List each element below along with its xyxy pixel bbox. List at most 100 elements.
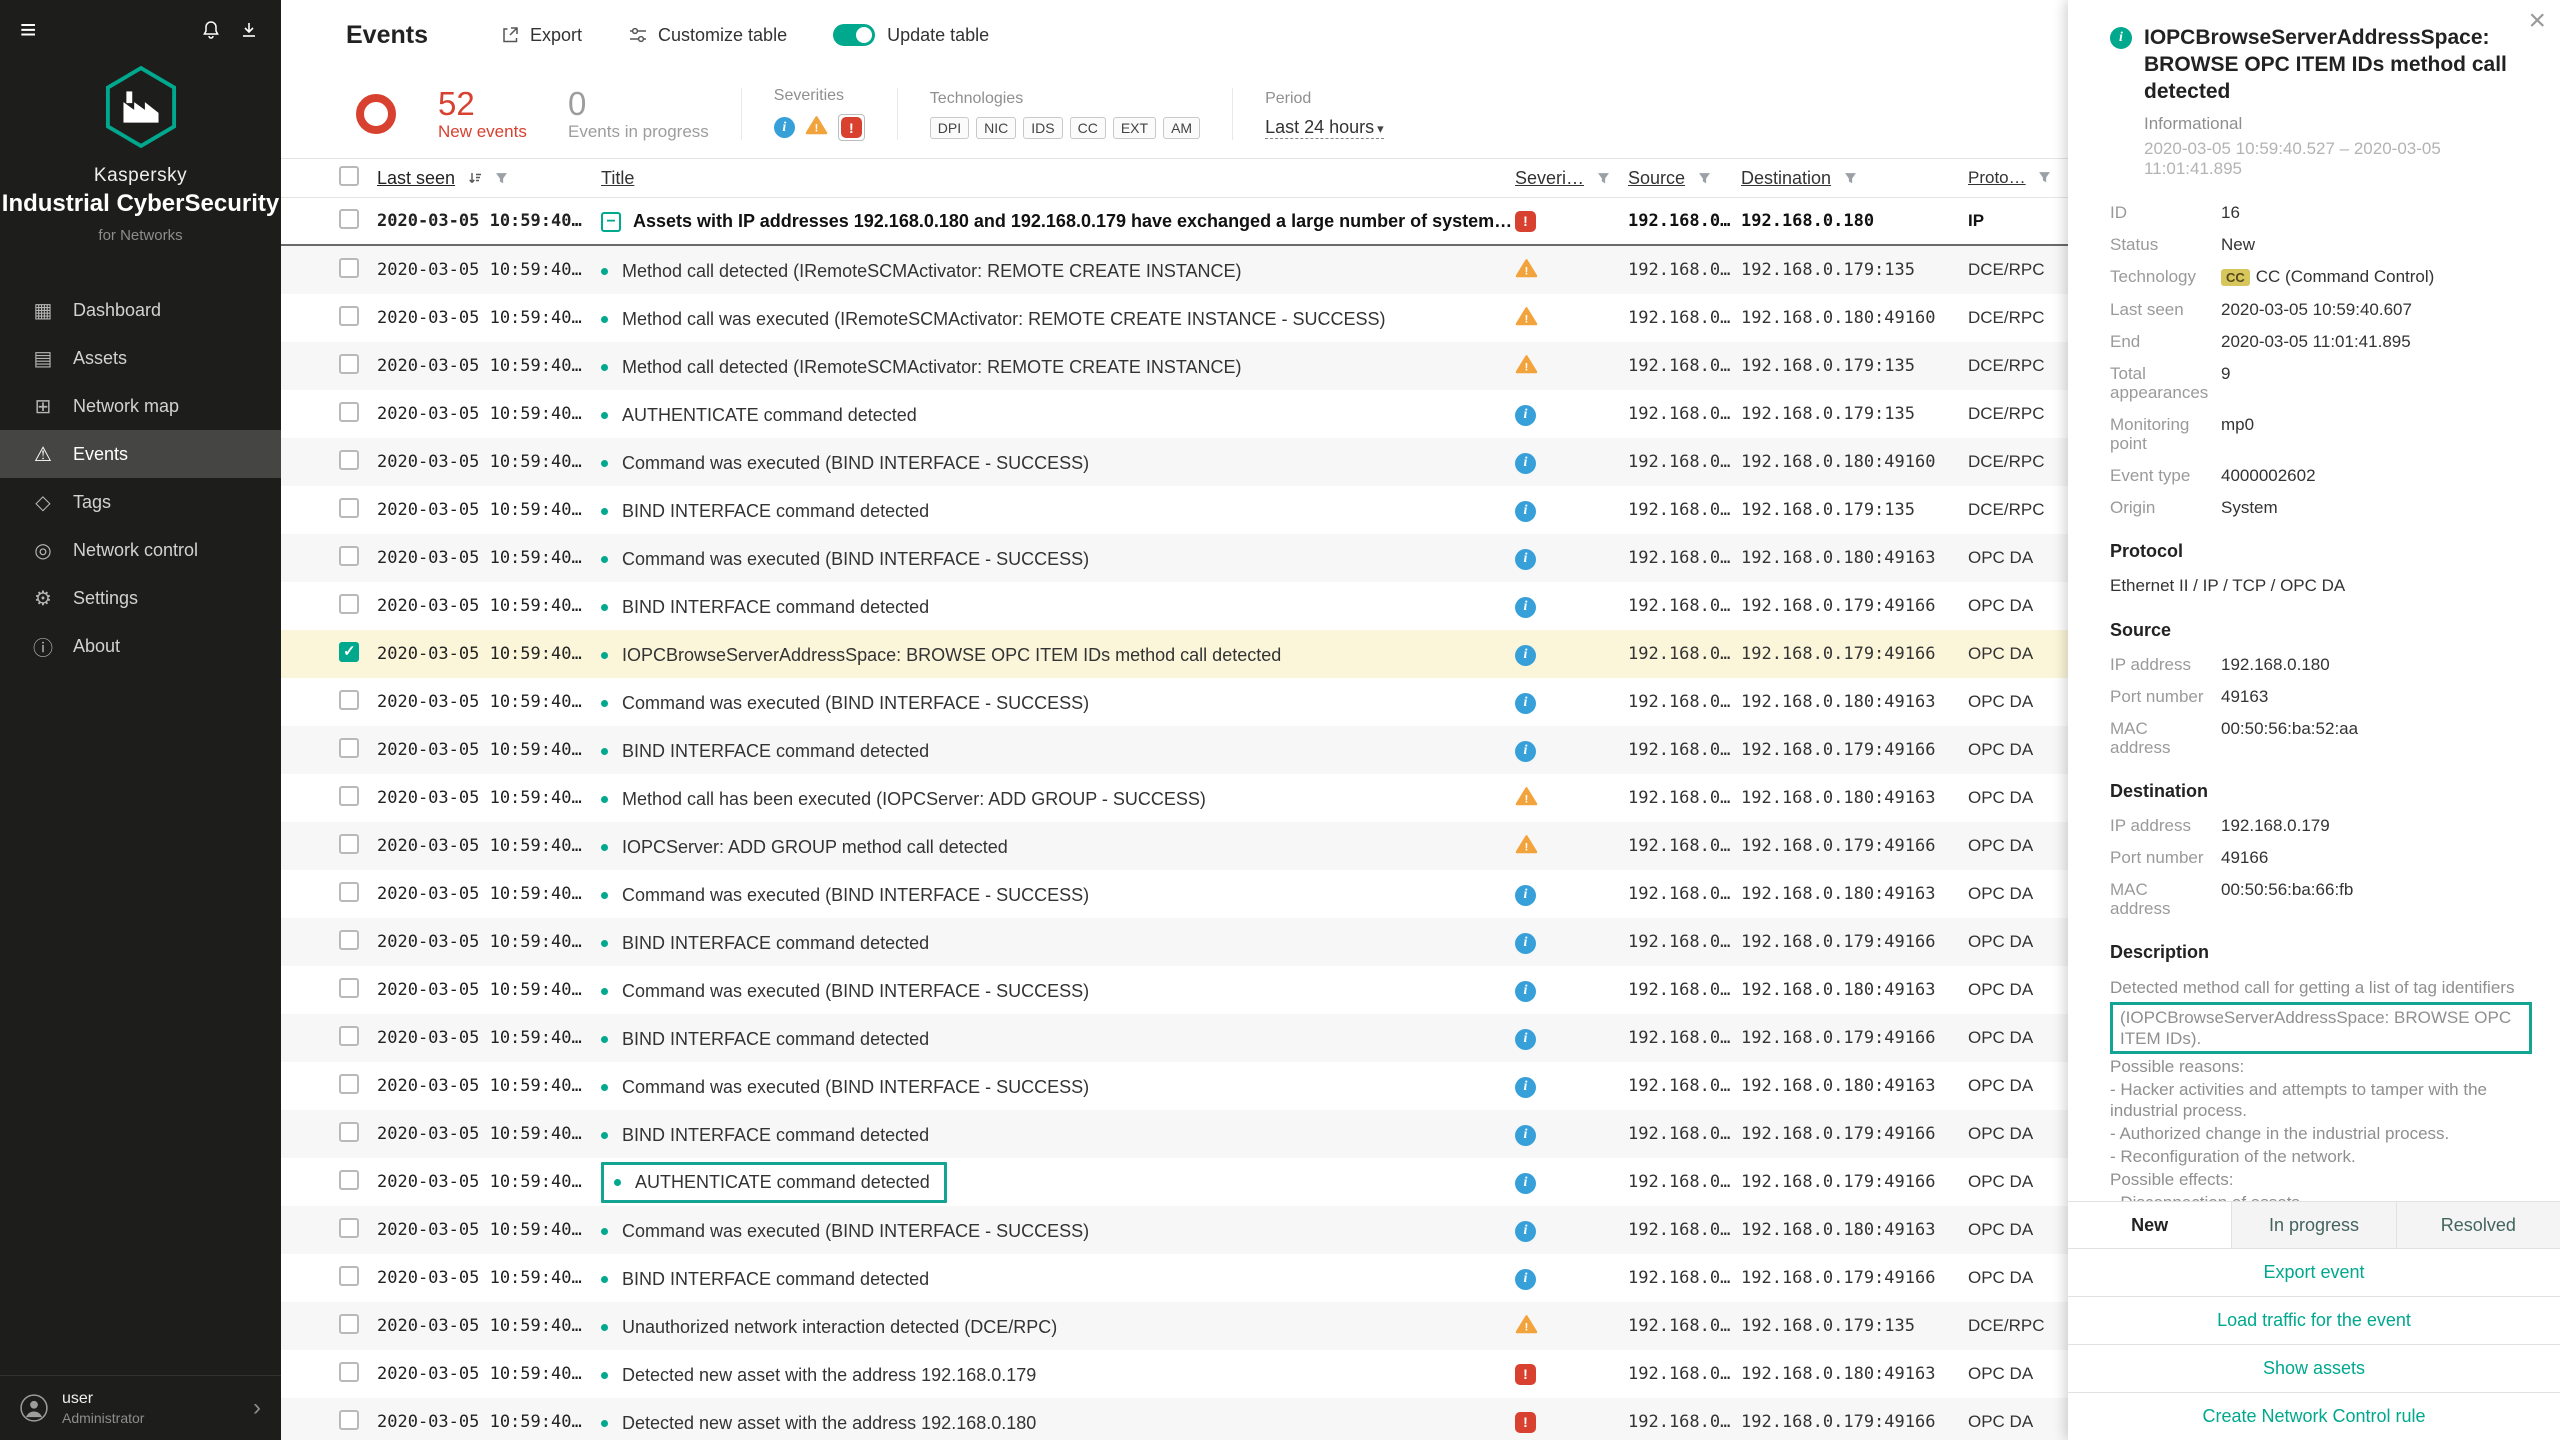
table-row[interactable]: 2020-03-05 10:59:40…Unauthorized network… xyxy=(281,1302,2068,1350)
event-title[interactable]: BIND INTERFACE command detected xyxy=(601,501,929,522)
event-title[interactable]: Detected new asset with the address 192.… xyxy=(601,1413,1036,1434)
status-button-resolved[interactable]: Resolved xyxy=(2396,1202,2560,1248)
row-checkbox[interactable] xyxy=(339,1122,359,1142)
event-title[interactable]: BIND INTERFACE command detected xyxy=(601,933,929,954)
event-title[interactable]: BIND INTERFACE command detected xyxy=(601,1029,929,1050)
sidebar-item-dashboard[interactable]: ▦Dashboard xyxy=(0,286,281,334)
event-title[interactable]: BIND INTERFACE command detected xyxy=(601,741,929,762)
technology-chip-ext[interactable]: EXT xyxy=(1113,117,1156,139)
event-title[interactable]: AUTHENTICATE command detected xyxy=(601,1162,947,1203)
status-button-new[interactable]: New xyxy=(2068,1202,2231,1248)
table-row[interactable]: 2020-03-05 10:59:40…IOPCServer: ADD GROU… xyxy=(281,822,2068,870)
sidebar-item-tags[interactable]: ◇Tags xyxy=(0,478,281,526)
row-checkbox[interactable] xyxy=(339,1074,359,1094)
sidebar-item-assets[interactable]: ▤Assets xyxy=(0,334,281,382)
table-row[interactable]: 2020-03-05 10:59:40…BIND INTERFACE comma… xyxy=(281,1014,2068,1062)
table-row[interactable]: 2020-03-05 10:59:40…BIND INTERFACE comma… xyxy=(281,1110,2068,1158)
event-title[interactable]: IOPCBrowseServerAddressSpace: BROWSE OPC… xyxy=(601,645,1281,666)
event-title[interactable]: Method call has been executed (IOPCServe… xyxy=(601,789,1206,810)
close-icon[interactable]: × xyxy=(2528,6,2546,36)
sidebar-item-network-map[interactable]: ⊞Network map xyxy=(0,382,281,430)
column-header-source[interactable]: Source xyxy=(1628,168,1741,189)
in-progress-stat[interactable]: 0 Events in progress xyxy=(568,87,709,142)
event-title[interactable]: Command was executed (BIND INTERFACE - S… xyxy=(601,549,1089,570)
table-row[interactable]: 2020-03-05 10:59:40…−Assets with IP addr… xyxy=(281,198,2068,246)
table-row[interactable]: 2020-03-05 10:59:40…AUTHENTICATE command… xyxy=(281,390,2068,438)
event-title[interactable]: Unauthorized network interaction detecte… xyxy=(601,1317,1057,1338)
event-title[interactable]: Command was executed (BIND INTERFACE - S… xyxy=(601,1077,1089,1098)
info-severity-filter[interactable]: i xyxy=(774,117,795,138)
download-icon[interactable] xyxy=(239,20,259,40)
sidebar-item-settings[interactable]: ⚙Settings xyxy=(0,574,281,622)
column-header-severity[interactable]: Severi… xyxy=(1515,168,1628,189)
table-row[interactable]: 2020-03-05 10:59:40…Method call was exec… xyxy=(281,294,2068,342)
table-row[interactable]: 2020-03-05 10:59:40…Detected new asset w… xyxy=(281,1398,2068,1440)
event-title[interactable]: Command was executed (BIND INTERFACE - S… xyxy=(601,1221,1089,1242)
warning-severity-filter[interactable]: ! xyxy=(805,115,828,140)
table-row[interactable]: 2020-03-05 10:59:40…BIND INTERFACE comma… xyxy=(281,582,2068,630)
sort-descending-icon[interactable] xyxy=(468,171,482,185)
technology-chip-cc[interactable]: CC xyxy=(1070,117,1106,139)
table-row[interactable]: 2020-03-05 10:59:40…Detected new asset w… xyxy=(281,1350,2068,1398)
row-checkbox[interactable] xyxy=(339,498,359,518)
table-row[interactable]: 2020-03-05 10:59:40…Command was executed… xyxy=(281,534,2068,582)
event-title[interactable]: BIND INTERFACE command detected xyxy=(601,1125,929,1146)
event-title[interactable]: Command was executed (BIND INTERFACE - S… xyxy=(601,453,1089,474)
menu-toggle-icon[interactable]: ≡ xyxy=(20,16,36,44)
technology-chip-am[interactable]: AM xyxy=(1163,117,1200,139)
row-checkbox[interactable] xyxy=(339,1170,359,1190)
event-title[interactable]: Command was executed (BIND INTERFACE - S… xyxy=(601,885,1089,906)
status-button-in-progress[interactable]: In progress xyxy=(2231,1202,2395,1248)
technology-chip-dpi[interactable]: DPI xyxy=(930,117,969,139)
column-header-title[interactable]: Title xyxy=(601,168,1515,189)
event-title[interactable]: Method call detected (IRemoteSCMActivato… xyxy=(601,261,1242,282)
row-checkbox[interactable] xyxy=(339,642,359,662)
row-checkbox[interactable] xyxy=(339,209,359,229)
row-checkbox[interactable] xyxy=(339,690,359,710)
table-row[interactable]: 2020-03-05 10:59:40…Command was executed… xyxy=(281,966,2068,1014)
customize-table-button[interactable]: Customize table xyxy=(628,25,787,46)
load-traffic-for-the-event-button[interactable]: Load traffic for the event xyxy=(2068,1296,2560,1344)
row-checkbox[interactable] xyxy=(339,1266,359,1286)
table-row[interactable]: 2020-03-05 10:59:40…Command was executed… xyxy=(281,438,2068,486)
column-header-protocol[interactable]: Proto… xyxy=(1968,168,2068,188)
event-title[interactable]: Command was executed (BIND INTERFACE - S… xyxy=(601,981,1089,1002)
row-checkbox[interactable] xyxy=(339,834,359,854)
filter-funnel-icon[interactable] xyxy=(1698,172,1711,185)
collapse-group-icon[interactable]: − xyxy=(601,212,621,232)
table-row[interactable]: 2020-03-05 10:59:40…BIND INTERFACE comma… xyxy=(281,726,2068,774)
row-checkbox[interactable] xyxy=(339,738,359,758)
row-checkbox[interactable] xyxy=(339,1218,359,1238)
row-checkbox[interactable] xyxy=(339,882,359,902)
update-table-toggle[interactable]: Update table xyxy=(833,24,989,46)
event-title[interactable]: −Assets with IP addresses 192.168.0.180 … xyxy=(601,211,1515,232)
filter-funnel-icon[interactable] xyxy=(1597,172,1610,185)
filter-funnel-icon[interactable] xyxy=(1844,172,1857,185)
table-row[interactable]: 2020-03-05 10:59:40…AUTHENTICATE command… xyxy=(281,1158,2068,1206)
event-title[interactable]: AUTHENTICATE command detected xyxy=(601,405,917,426)
user-menu[interactable]: user Administrator › xyxy=(0,1375,281,1440)
notifications-bell-icon[interactable] xyxy=(201,20,221,40)
technology-chip-nic[interactable]: NIC xyxy=(976,117,1016,139)
column-header-destination[interactable]: Destination xyxy=(1741,168,1968,189)
row-checkbox[interactable] xyxy=(339,930,359,950)
row-checkbox[interactable] xyxy=(339,258,359,278)
row-checkbox[interactable] xyxy=(339,354,359,374)
show-assets-button[interactable]: Show assets xyxy=(2068,1344,2560,1392)
sidebar-item-about[interactable]: ⓘAbout xyxy=(0,622,281,670)
table-row[interactable]: 2020-03-05 10:59:40…Command was executed… xyxy=(281,1206,2068,1254)
event-title[interactable]: Command was executed (BIND INTERFACE - S… xyxy=(601,693,1089,714)
column-header-last-seen[interactable]: Last seen xyxy=(377,168,601,189)
table-row[interactable]: 2020-03-05 10:59:40…Method call detected… xyxy=(281,246,2068,294)
table-row[interactable]: 2020-03-05 10:59:40…Command was executed… xyxy=(281,1062,2068,1110)
sidebar-item-network-control[interactable]: ◎Network control xyxy=(0,526,281,574)
export-button[interactable]: Export xyxy=(500,25,582,46)
technology-chip-ids[interactable]: IDS xyxy=(1023,117,1062,139)
period-selector[interactable]: Last 24 hours▾ xyxy=(1265,117,1384,139)
row-checkbox[interactable] xyxy=(339,546,359,566)
toggle-on-icon[interactable] xyxy=(833,24,875,46)
filter-funnel-icon[interactable] xyxy=(2038,171,2051,184)
table-row[interactable]: 2020-03-05 10:59:40…BIND INTERFACE comma… xyxy=(281,486,2068,534)
table-row[interactable]: 2020-03-05 10:59:40…BIND INTERFACE comma… xyxy=(281,1254,2068,1302)
table-row[interactable]: 2020-03-05 10:59:40…Method call has been… xyxy=(281,774,2068,822)
